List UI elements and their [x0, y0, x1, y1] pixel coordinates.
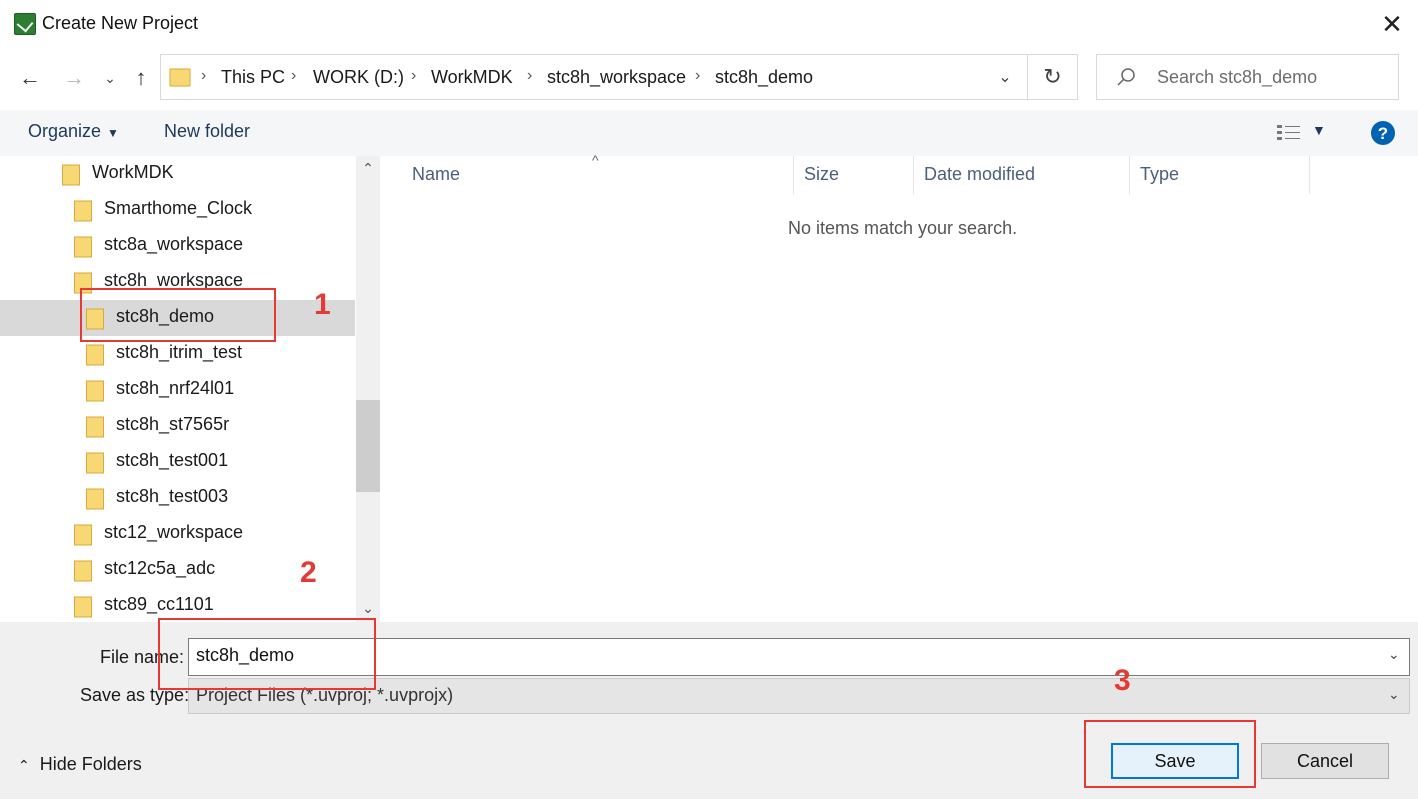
column-header-date-modified[interactable]: Date modified — [924, 164, 1035, 194]
nav-item-label: stc12_workspace — [104, 522, 244, 542]
new-folder-button[interactable]: New folder — [164, 121, 250, 142]
folder-icon — [74, 560, 92, 582]
folder-icon — [86, 380, 104, 402]
forward-button[interactable]: → — [56, 60, 92, 96]
annotation-box-save — [1084, 720, 1256, 788]
view-options-dropdown-icon[interactable]: ▼ — [1312, 122, 1326, 138]
annotation-box-file-name — [158, 618, 376, 690]
breadcrumb-workmdk[interactable]: WorkMDK — [431, 67, 513, 88]
arrow-left-icon: ← — [19, 65, 41, 90]
refresh-icon: ↻ — [1043, 64, 1062, 89]
nav-item-label: stc89_cc1101 — [104, 594, 214, 614]
folder-icon — [86, 488, 104, 510]
caret-down-icon: ▼ — [107, 126, 119, 140]
refresh-button[interactable]: ↻ — [1028, 54, 1078, 100]
cancel-button[interactable]: Cancel — [1261, 743, 1389, 779]
nav-item[interactable]: stc8h_test001 — [0, 444, 355, 480]
breadcrumb-separator-icon: › — [201, 67, 207, 84]
breadcrumb-separator-icon: › — [695, 67, 701, 84]
folder-icon — [74, 524, 92, 546]
nav-item-label: Smarthome_Clock — [104, 198, 253, 218]
nav-item[interactable]: stc8h_test003 — [0, 480, 355, 516]
command-bar: Organize ▼ New folder ▼ — [0, 110, 1418, 156]
scroll-up-icon[interactable]: ⌃ — [356, 160, 380, 180]
up-button[interactable]: ↑ — [126, 60, 156, 96]
close-icon: ✕ — [1381, 8, 1403, 39]
folder-icon — [86, 452, 104, 474]
column-divider[interactable] — [793, 156, 794, 194]
column-divider[interactable] — [1309, 156, 1310, 194]
breadcrumb-separator-icon: › — [411, 67, 417, 84]
annotation-number: 1 — [314, 288, 331, 321]
nav-item-label: stc12c5a_adc — [104, 558, 216, 578]
organize-button[interactable]: Organize ▼ — [28, 121, 119, 142]
annotation-number: 2 — [300, 556, 317, 589]
search-placeholder: Search stc8h_demo — [1157, 67, 1318, 87]
address-bar[interactable]: › This PC › WORK (D:) › WorkMDK › stc8h_… — [160, 54, 1028, 100]
nav-item[interactable]: WorkMDK — [0, 156, 355, 192]
title-bar: Create New Project ✕ — [0, 0, 1418, 48]
chevron-down-icon[interactable]: ⌄ — [1388, 686, 1400, 703]
navigation-scrollbar[interactable]: ⌃ ⌄ — [356, 156, 380, 622]
nav-item-label: WorkMDK — [92, 162, 174, 182]
nav-item-label: stc8h_st7565r — [116, 414, 230, 434]
column-header-name[interactable]: Name — [412, 164, 460, 194]
nav-item[interactable]: stc8h_nrf24l01 — [0, 372, 355, 408]
close-button[interactable]: ✕ — [1366, 0, 1418, 48]
nav-item-label: stc8h_test001 — [116, 450, 229, 470]
breadcrumb-work-drive[interactable]: WORK (D:) — [313, 67, 404, 88]
arrow-right-icon: → — [63, 65, 85, 90]
nav-item[interactable]: stc8a_workspace — [0, 228, 355, 264]
nav-item[interactable]: stc12_workspace — [0, 516, 355, 552]
breadcrumb-stc8h-workspace[interactable]: stc8h_workspace — [547, 67, 686, 88]
column-header-type[interactable]: Type — [1140, 164, 1179, 194]
scrollbar-thumb[interactable] — [356, 400, 380, 492]
breadcrumb-this-pc[interactable]: This PC — [221, 67, 285, 88]
back-button[interactable]: ← — [12, 60, 48, 96]
svg-text:?: ? — [1378, 124, 1388, 143]
folder-icon — [74, 596, 92, 618]
empty-list-message: No items match your search. — [788, 218, 1018, 238]
folder-icon — [74, 200, 92, 222]
view-options-icon[interactable] — [1276, 122, 1302, 144]
keil-app-icon — [14, 13, 36, 35]
nav-item-label: stc8a_workspace — [104, 234, 244, 254]
hide-folders-label: Hide Folders — [39, 754, 142, 774]
hide-folders-button[interactable]: ⌃ Hide Folders — [18, 754, 142, 775]
arrow-up-icon: ↑ — [135, 65, 147, 90]
window-title: Create New Project — [42, 13, 199, 33]
folder-icon — [86, 344, 104, 366]
nav-item[interactable]: stc8h_st7565r — [0, 408, 355, 444]
sort-ascending-icon: ^ — [592, 152, 599, 168]
chevron-down-icon: ⌄ — [104, 69, 116, 86]
file-list[interactable]: ^ Name Size Date modified Type No items … — [384, 152, 1418, 622]
nav-item-label: stc8h_nrf24l01 — [116, 378, 235, 398]
nav-item[interactable]: Smarthome_Clock — [0, 192, 355, 228]
navigation-pane[interactable]: WorkMDK Smarthome_Clock stc8a_workspacestc… — [0, 156, 382, 622]
breadcrumb-stc8h-demo[interactable]: stc8h_demo — [715, 67, 813, 88]
nav-item-label: stc8h_test003 — [116, 486, 229, 506]
column-divider[interactable] — [913, 156, 914, 194]
breadcrumb-separator-icon: › — [291, 67, 297, 84]
chevron-down-icon[interactable]: ⌄ — [1388, 646, 1400, 663]
annotation-number: 3 — [1114, 664, 1131, 697]
folder-icon — [86, 416, 104, 438]
folder-icon — [74, 236, 92, 258]
chevron-down-icon: ⌄ — [998, 69, 1012, 86]
column-header-size[interactable]: Size — [804, 164, 839, 194]
scroll-down-icon[interactable]: ⌄ — [356, 600, 380, 620]
folder-icon — [62, 164, 80, 186]
address-dropdown-button[interactable]: ⌄ — [993, 65, 1017, 89]
column-divider[interactable] — [1129, 156, 1130, 194]
search-input[interactable]: Search stc8h_demo — [1096, 54, 1399, 100]
recent-locations-button[interactable]: ⌄ — [98, 60, 122, 96]
search-icon — [1117, 68, 1135, 86]
organize-label: Organize — [28, 121, 102, 141]
help-icon[interactable]: ? — [1370, 120, 1396, 146]
chevron-up-icon: ⌃ — [18, 757, 30, 773]
nav-item-label: stc8h_itrim_test — [116, 342, 243, 362]
folder-icon — [169, 68, 191, 87]
breadcrumb-separator-icon: › — [527, 67, 533, 84]
annotation-box-selected-folder — [80, 288, 276, 342]
